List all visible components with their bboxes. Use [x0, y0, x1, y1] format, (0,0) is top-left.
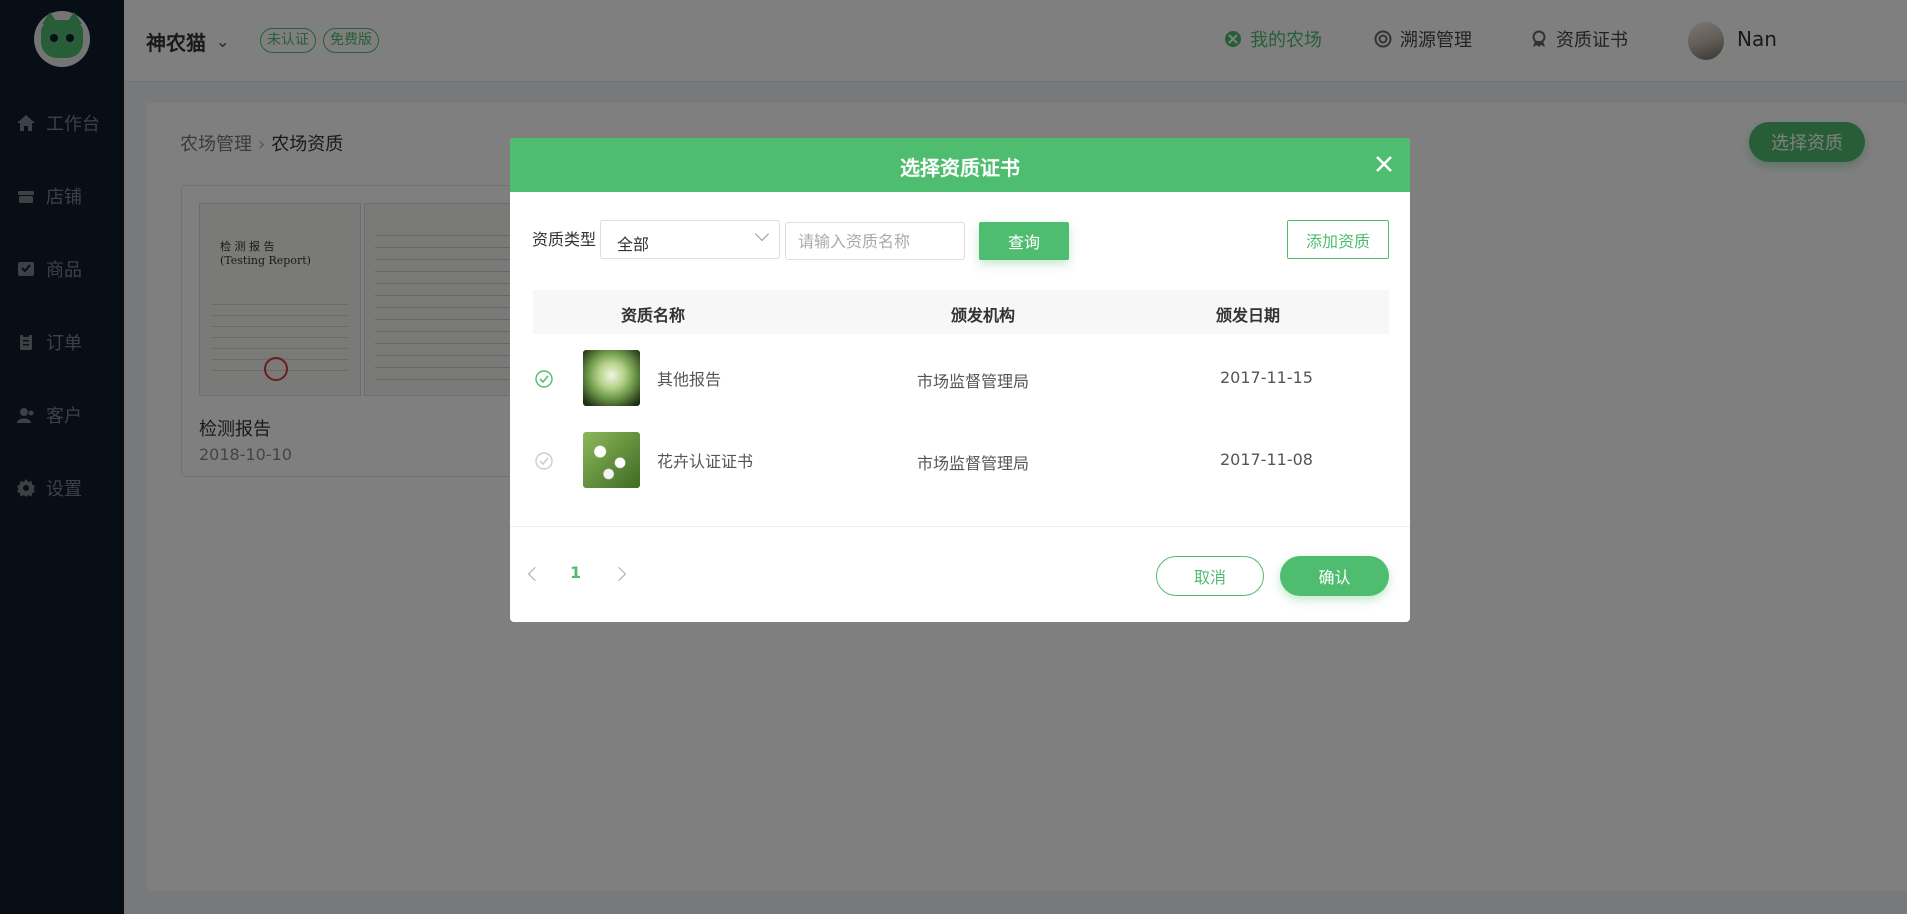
- select-value: 全部: [617, 235, 650, 254]
- query-button[interactable]: 查询: [979, 222, 1069, 260]
- radio-checked-icon[interactable]: [535, 370, 553, 388]
- modal-title: 选择资质证书: [900, 156, 1020, 180]
- issue-date: 2017-11-15: [1220, 368, 1313, 387]
- qualification-name: 其他报告: [657, 370, 722, 389]
- qualification-type-select[interactable]: 全部: [600, 220, 780, 259]
- issuer: 市场监督管理局: [917, 454, 1030, 473]
- page-number[interactable]: 1: [570, 563, 581, 582]
- chevron-down-icon: [754, 226, 770, 242]
- confirm-button[interactable]: 确认: [1280, 556, 1389, 596]
- column-name: 资质名称: [621, 306, 686, 325]
- chevron-right-icon[interactable]: [611, 566, 627, 582]
- column-issuer: 颁发机构: [951, 306, 1016, 325]
- select-certificate-modal: 选择资质证书 资质类型 全部 查询 添加资质 资质名称 颁发机构 颁发日期 其他…: [510, 138, 1410, 622]
- cancel-button[interactable]: 取消: [1156, 556, 1264, 596]
- modal-header: 选择资质证书: [510, 138, 1410, 192]
- flower-thumbnail: [583, 432, 640, 488]
- close-icon[interactable]: [1370, 150, 1398, 178]
- table-row[interactable]: 其他报告 市场监督管理局 2017-11-15: [533, 337, 1389, 419]
- issue-date: 2017-11-08: [1220, 450, 1313, 469]
- succulent-thumbnail: [583, 350, 640, 406]
- radio-unchecked-icon[interactable]: [535, 452, 553, 470]
- add-qualification-button[interactable]: 添加资质: [1287, 220, 1389, 259]
- footer-divider: [510, 526, 1410, 527]
- qualification-name-input[interactable]: [785, 222, 965, 260]
- issuer: 市场监督管理局: [917, 372, 1030, 391]
- qualification-name: 花卉认证证书: [657, 452, 754, 471]
- chevron-left-icon[interactable]: [527, 566, 543, 582]
- column-issue-date: 颁发日期: [1216, 306, 1281, 325]
- table-row[interactable]: 花卉认证证书 市场监督管理局 2017-11-08: [533, 419, 1389, 501]
- table-header: 资质名称 颁发机构 颁发日期: [533, 290, 1389, 334]
- qualification-type-label: 资质类型: [532, 230, 597, 249]
